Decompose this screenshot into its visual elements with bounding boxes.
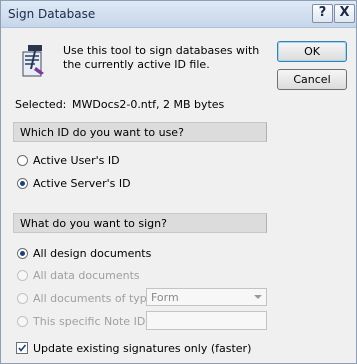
- all-data-documents-label: All data documents: [33, 269, 140, 282]
- close-button[interactable]: X: [334, 4, 355, 23]
- document-type-dropdown[interactable]: Form: [146, 288, 267, 306]
- id-group-header: Which ID do you want to use?: [13, 122, 267, 142]
- update-existing-checkbox[interactable]: [16, 342, 28, 354]
- sign-group-title: What do you want to sign?: [20, 217, 167, 230]
- selected-label: Selected:: [15, 98, 67, 111]
- help-button[interactable]: ?: [312, 4, 333, 23]
- document-type-value: Form: [151, 291, 179, 304]
- sign-database-icon: [22, 45, 44, 77]
- all-documents-of-type-radio[interactable]: [17, 293, 28, 304]
- all-documents-of-type-label: All documents of type: [33, 292, 154, 305]
- all-design-documents-radio[interactable]: [17, 248, 28, 259]
- window-title: Sign Database: [8, 7, 96, 21]
- active-user-id-radio[interactable]: [17, 155, 28, 166]
- specific-note-id-radio[interactable]: [17, 316, 28, 327]
- specific-note-id-label: This specific Note ID: [33, 315, 146, 328]
- sign-group-header: What do you want to sign?: [13, 213, 267, 233]
- all-design-documents-label[interactable]: All design documents: [33, 247, 151, 260]
- all-data-documents-radio[interactable]: [17, 270, 28, 281]
- checkmark-icon: [18, 344, 27, 352]
- active-server-id-label[interactable]: Active Server's ID: [33, 177, 131, 190]
- ok-button[interactable]: OK: [277, 41, 347, 62]
- title-bar: Sign Database ? X: [1, 1, 356, 28]
- selected-info: Selected: MWDocs2-0.ntf, 2 MB bytes: [15, 98, 224, 111]
- active-server-id-radio[interactable]: [17, 178, 28, 189]
- cancel-button[interactable]: Cancel: [277, 69, 347, 90]
- sign-database-dialog: Sign Database ? X Use this tool to sign …: [0, 0, 357, 364]
- update-existing-label[interactable]: Update existing signatures only (faster): [33, 342, 251, 355]
- description-text: Use this tool to sign databases with the…: [63, 44, 260, 71]
- chevron-down-icon: [254, 295, 262, 299]
- id-group-title: Which ID do you want to use?: [20, 126, 184, 139]
- active-user-id-label[interactable]: Active User's ID: [33, 154, 120, 167]
- note-id-input[interactable]: [146, 311, 267, 330]
- selected-value: MWDocs2-0.ntf, 2 MB bytes: [72, 98, 225, 111]
